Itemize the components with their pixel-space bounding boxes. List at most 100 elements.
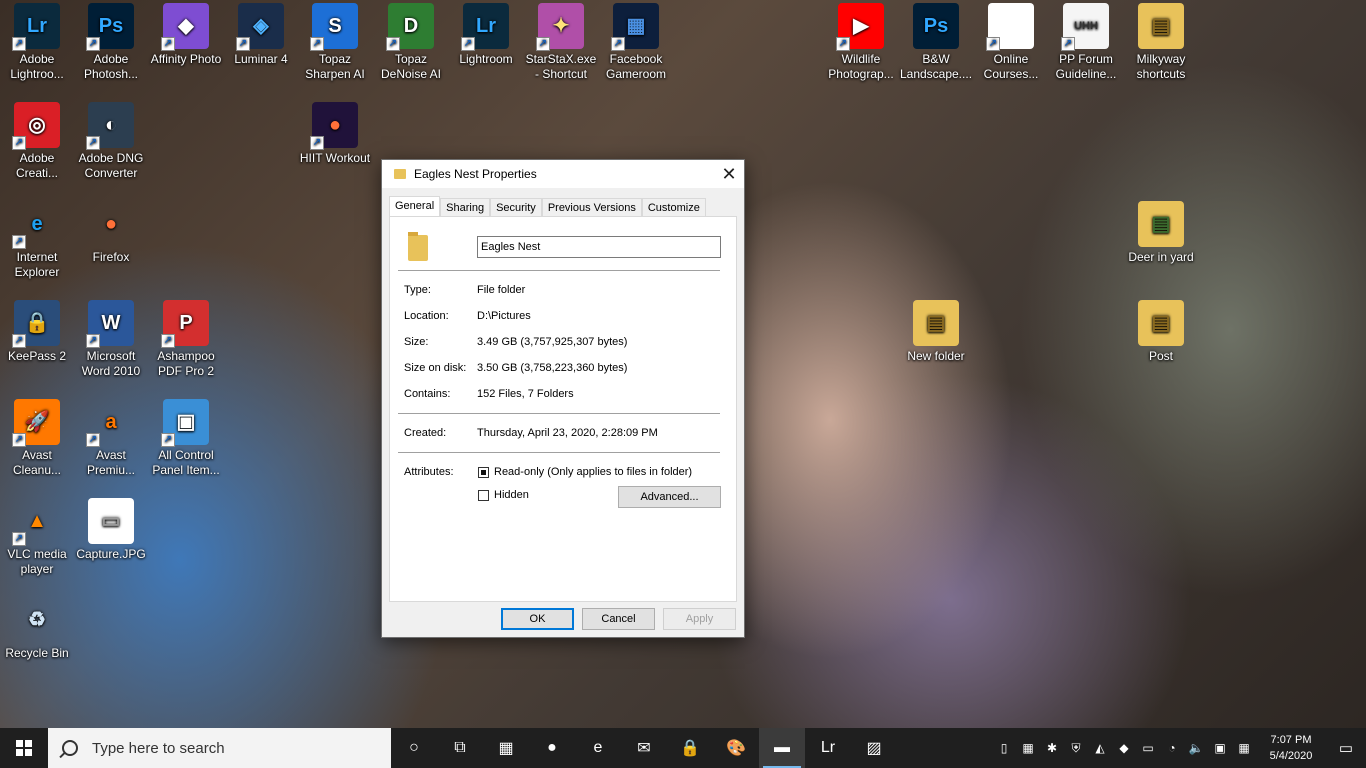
desktop-icon-label: Adobe Creati... (15, 151, 58, 180)
desktop-icon-label: Affinity Photo (150, 52, 222, 66)
desktop-icon[interactable]: ◆ ↗ Affinity Photo (149, 3, 223, 67)
app-icon-glyph: ◆ (178, 14, 194, 37)
folder-icon (408, 232, 428, 261)
file-explorer-icon[interactable]: ▬ (759, 728, 805, 768)
desktop-icon[interactable]: Ps ↗ Adobe Photosh... (74, 3, 148, 82)
shortcut-arrow-icon: ↗ (12, 532, 26, 546)
app-icon-glyph: UHH (1074, 19, 1098, 32)
notification-icon[interactable]: ▭ (1326, 728, 1366, 768)
tray-icon[interactable]: 🔈 (1184, 728, 1208, 768)
desktop-icon[interactable]: Ps B&W Landscape.... (899, 3, 973, 82)
timeline-icon[interactable]: ⧉ (437, 728, 483, 768)
desktop-icon[interactable]: ▲ ↗ VLC media player (0, 498, 74, 577)
desktop-icon[interactable]: ✦ ↗ StarStaX.exe - Shortcut (524, 3, 598, 82)
tray-icon[interactable]: ▭ (1136, 728, 1160, 768)
desktop-icon[interactable]: ◎ ↗ Adobe Creati... (0, 102, 74, 181)
desktop-icon[interactable]: a ↗ Avast Premiu... (74, 399, 148, 478)
tray-icon[interactable]: ▦ (1016, 728, 1040, 768)
desktop-icon[interactable]: ▭ Capture.JPG (74, 498, 148, 562)
app-icon: Lr ↗ (12, 3, 60, 51)
desktop-icon-label: New folder (907, 349, 965, 363)
app-icon: ▶ ↗ (836, 3, 884, 51)
tray-icon[interactable]: ◆ (1112, 728, 1136, 768)
shortcut-arrow-icon: ↗ (986, 37, 1000, 51)
desktop-icon[interactable]: ● Firefox (74, 201, 148, 265)
paint-icon[interactable]: 🎨 (713, 728, 759, 768)
tray-icons: ▯ ▦ ✱ ⛨ ◭ ◆ ▭ ◔ 🔈 ▣ ▦ (992, 728, 1256, 768)
tray-icon[interactable]: ⛨ (1064, 728, 1088, 768)
tray-icon[interactable]: ▯ (992, 728, 1016, 768)
tray-icon[interactable]: ▦ (1232, 728, 1256, 768)
desktop-icon[interactable]: 🔒 ↗ KeePass 2 (0, 300, 74, 364)
app-icon-glyph: ▦ (626, 14, 646, 37)
close-icon[interactable]: ✕ (714, 160, 744, 188)
desktop-icon[interactable]: ▤ Post (1124, 300, 1198, 364)
dialog-titlebar[interactable]: Eagles Nest Properties ✕ (382, 160, 744, 188)
app-icon-glyph: ▭ (101, 509, 121, 532)
internet-explorer-icon[interactable]: e (575, 728, 621, 768)
tray-icon[interactable]: ◭ (1088, 728, 1112, 768)
desktop-icon[interactable]: Lr ↗ Lightroom (449, 3, 523, 67)
desktop-icon[interactable]: ▶ ↗ Wildlife Photograp... (824, 3, 898, 82)
tray-icon[interactable]: ◔ (1160, 728, 1184, 768)
desktop-icon[interactable]: ◐ ↗ Adobe DNG Converter (74, 102, 148, 181)
desktop-icon[interactable]: S ↗ Topaz Sharpen AI (298, 3, 372, 82)
app-icon: ▦ ↗ (611, 3, 659, 51)
desktop-icon[interactable]: ▤ New folder (899, 300, 973, 364)
tray-icon[interactable]: ✱ (1040, 728, 1064, 768)
tab-sharing[interactable]: Sharing (440, 198, 491, 217)
desktop-icon[interactable]: Lr ↗ Adobe Lightroo... (0, 3, 74, 82)
hidden-checkbox[interactable] (478, 490, 489, 501)
ok-button[interactable]: OK (501, 608, 574, 630)
desktop-icon[interactable]: D ↗ Topaz DeNoise AI (374, 3, 448, 82)
desktop-icon[interactable]: ▤ Deer in yard (1124, 201, 1198, 265)
desktop-icon-label: Microsoft Word 2010 (81, 349, 141, 378)
desktop-icon[interactable]: ▤ Milkyway shortcuts (1124, 3, 1198, 82)
shortcut-arrow-icon: ↗ (836, 37, 850, 51)
desktop-icon[interactable]: ● ↗ HIIT Workout (298, 102, 372, 166)
taskbar-search[interactable]: Type here to search (48, 728, 391, 768)
app-icon: ▤ (1138, 201, 1184, 247)
tab-security[interactable]: Security (490, 198, 542, 217)
desktop-icon-label: Facebook Gameroom (605, 52, 667, 81)
tab-previous-versions[interactable]: Previous Versions (541, 198, 642, 217)
clock[interactable]: 7:07 PM 5/4/2020 (1256, 732, 1326, 764)
desktop-icon[interactable]: P ↗ Ashampoo PDF Pro 2 (149, 300, 223, 379)
desktop-icon[interactable]: W ↗ Microsoft Word 2010 (74, 300, 148, 379)
tray-icon[interactable]: ▣ (1208, 728, 1232, 768)
folder-name-input[interactable] (477, 236, 721, 258)
desktop-icon[interactable]: UHH ↗ PP Forum Guideline... (1049, 3, 1123, 82)
tab-customize[interactable]: Customize (641, 198, 706, 217)
start-button[interactable] (0, 728, 48, 768)
cancel-button[interactable]: Cancel (582, 608, 655, 630)
lightroom-icon[interactable]: Lr (805, 728, 851, 768)
location-label: Location: (404, 310, 449, 322)
app-icon: ▤ (1138, 300, 1184, 346)
task-view-icon[interactable]: ○ (391, 728, 437, 768)
readonly-checkbox[interactable] (478, 467, 489, 478)
mail-icon[interactable]: ✉ (621, 728, 667, 768)
calculator-icon[interactable]: ▦ (483, 728, 529, 768)
tab-general[interactable]: General (389, 196, 441, 217)
app-icon: ◆ ↗ (161, 3, 209, 51)
advanced-button[interactable]: Advanced... (618, 486, 721, 508)
desktop-icon-label: Deer in yard (1128, 250, 1194, 264)
keepass-icon[interactable]: 🔒 (667, 728, 713, 768)
app-icon-glyph: S (328, 14, 342, 37)
desktop-icon[interactable]: ◈ ↗ Luminar 4 (224, 3, 298, 67)
desktop-icon-label: Recycle Bin (5, 646, 69, 660)
divider (398, 413, 720, 414)
desktop-icon[interactable]: ▦ ↗ Facebook Gameroom (599, 3, 673, 82)
desktop-icon-label: Avast Cleanu... (12, 448, 62, 477)
desktop-icon[interactable]: ↗ Online Courses... (974, 3, 1048, 82)
desktop-icon[interactable]: e ↗ Internet Explorer (0, 201, 74, 280)
desktop-icon[interactable]: ♻ Recycle Bin (0, 597, 74, 661)
firefox-icon[interactable]: ● (529, 728, 575, 768)
desktop-icon[interactable]: ▣ ↗ All Control Panel Item... (149, 399, 223, 478)
desktop-icon-label: B&W Landscape.... (899, 52, 973, 81)
desktop-icon[interactable]: 🚀 ↗ Avast Cleanu... (0, 399, 74, 478)
photos-icon[interactable]: ▨ (851, 728, 897, 768)
app-icon-glyph: P (179, 311, 193, 334)
shortcut-arrow-icon: ↗ (236, 37, 250, 51)
clock-time: 7:07 PM (1270, 734, 1312, 746)
